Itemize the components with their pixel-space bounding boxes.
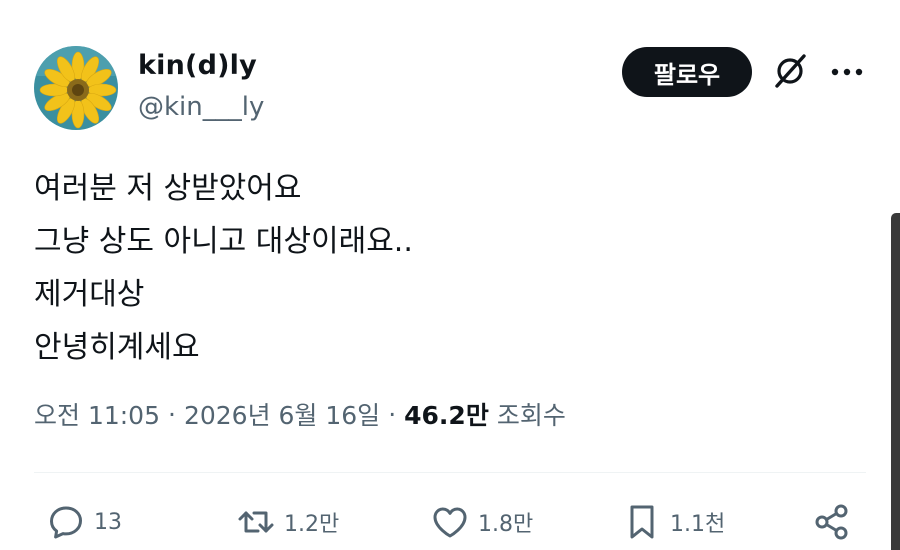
tweet-meta: 오전 11:05 · 2026년 6월 16일 · 46.2만 조회수 (34, 396, 566, 432)
share-button[interactable] (812, 500, 852, 544)
grok-icon[interactable] (771, 52, 809, 90)
reply-button[interactable]: 13 (46, 500, 122, 544)
avatar[interactable] (34, 46, 118, 130)
tweet-line: 여러분 저 상받았어요 (34, 171, 302, 206)
repost-count: 1.2만 (284, 512, 340, 537)
tweet-line: 그냥 상도 아니고 대상이래요.. (34, 224, 413, 259)
views-count[interactable]: 46.2만 (404, 396, 489, 432)
more-icon[interactable] (829, 58, 865, 86)
tweet-date[interactable]: 2026년 6월 16일 (184, 396, 380, 432)
like-button[interactable]: 1.8만 (430, 500, 533, 544)
follow-button[interactable]: 팔로우 (622, 47, 752, 97)
scrollbar[interactable] (891, 213, 900, 550)
like-count: 1.8만 (478, 512, 534, 537)
bookmark-icon (630, 505, 654, 539)
bookmark-count: 1.1천 (670, 512, 726, 537)
author-handle[interactable]: @kin___ly (138, 92, 264, 122)
divider (34, 472, 866, 473)
tweet-time[interactable]: 오전 11:05 (34, 396, 160, 432)
share-icon (815, 504, 848, 540)
meta-separator: · (388, 399, 397, 429)
repost-icon (238, 511, 274, 533)
bookmark-button[interactable]: 1.1천 (622, 500, 725, 544)
reply-count: 13 (94, 509, 122, 535)
views-label: 조회수 (496, 401, 566, 430)
follow-button-label: 팔로우 (653, 60, 721, 89)
tweet-line: 제거대상 (34, 277, 145, 312)
repost-button[interactable]: 1.2만 (236, 500, 339, 544)
sunflower-avatar-image (34, 46, 118, 130)
tweet-text: 여러분 저 상받았어요 그냥 상도 아니고 대상이래요.. 제거대상 안녕히계세… (34, 162, 413, 374)
author-display-name[interactable]: kin(d)ly (138, 50, 257, 81)
meta-separator: · (168, 399, 176, 429)
like-icon (433, 507, 467, 538)
reply-icon (50, 506, 82, 539)
tweet-line: 안녕히계세요 (34, 330, 200, 365)
